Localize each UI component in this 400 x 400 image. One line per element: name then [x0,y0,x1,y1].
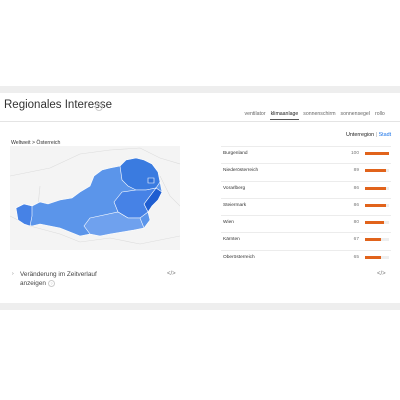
time-change-label-line2: anzeigen [20,280,46,287]
region-name: Oberösterreich [223,254,255,260]
toggle-subregion[interactable]: Unterregion [346,132,374,138]
subregion-city-toggle: Unterregion | Stadt [346,132,391,138]
bar-track [365,186,389,190]
region-value: 86 [353,185,359,191]
region-ranking-list: Burgenland 100 Niederösterreich 89 Vorar… [221,146,391,267]
bar-track [365,203,389,207]
austria-map-svg [9,147,181,245]
keyword-tabs: ventilator klimaanlage sonnenschirm sonn… [242,108,387,120]
bar-track [365,221,389,225]
region-name: Niederösterreich [223,168,259,174]
region-name: Burgenland [223,151,248,156]
tab-klimaanlage[interactable]: klimaanlage [268,108,301,120]
region-value: 67 [353,237,359,243]
toggle-city[interactable]: Stadt [379,132,392,138]
time-change-label-line1: Veränderung im Zeitverlauf [20,271,97,278]
time-change-toggle[interactable]: Veränderung im Zeitverlauf anzeigen? [12,270,102,288]
region-map[interactable] [9,146,181,250]
list-item[interactable]: Burgenland 100 [221,146,391,163]
region-value: 89 [353,168,359,174]
tab-sonnensegel[interactable]: sonnensegel [338,108,372,120]
region-value: 86 [353,202,359,208]
list-item[interactable]: Steiermark 86 [221,197,391,215]
interest-bar [365,238,382,242]
tabs-divider [0,121,400,122]
interest-bar [365,152,389,155]
list-item[interactable]: Oberösterreich 65 [221,249,391,267]
tab-ventilator[interactable]: ventilator [242,108,268,120]
list-item[interactable]: Vorarlberg 86 [221,180,391,198]
bar-track [365,169,389,173]
bar-track [365,238,389,242]
tab-rollo[interactable]: rollo [372,108,387,120]
region-name: Kärnten [223,237,240,243]
list-item[interactable]: Kärnten 67 [221,232,391,249]
interest-bar [365,203,386,207]
region-vorarlberg[interactable] [15,203,33,227]
list-item[interactable]: Wien 80 [221,215,391,232]
region-wien[interactable] [147,177,155,184]
top-separator-band [0,86,400,93]
help-icon[interactable]: ? [95,103,103,111]
bar-track [365,255,389,259]
region-name: Wien [223,220,234,226]
code-embed-icon[interactable]: </> [377,271,386,277]
region-name: Vorarlberg [223,185,246,191]
region-value: 100 [350,151,359,156]
region-value: 65 [353,254,359,260]
interest-bar [365,221,385,225]
region-value: 80 [353,220,359,226]
region-name: Steiermark [223,202,247,208]
interest-bar [365,169,387,173]
code-embed-icon[interactable]: </> [167,271,176,277]
toggle-separator: | [375,132,378,138]
help-icon[interactable]: ? [47,279,55,287]
list-item[interactable]: Niederösterreich 89 [221,163,391,180]
interest-bar [365,186,386,190]
interest-bar [365,255,381,259]
bar-track [365,152,389,155]
tab-sonnenschirm[interactable]: sonnenschirm [301,108,338,120]
bottom-separator-band [0,303,400,310]
